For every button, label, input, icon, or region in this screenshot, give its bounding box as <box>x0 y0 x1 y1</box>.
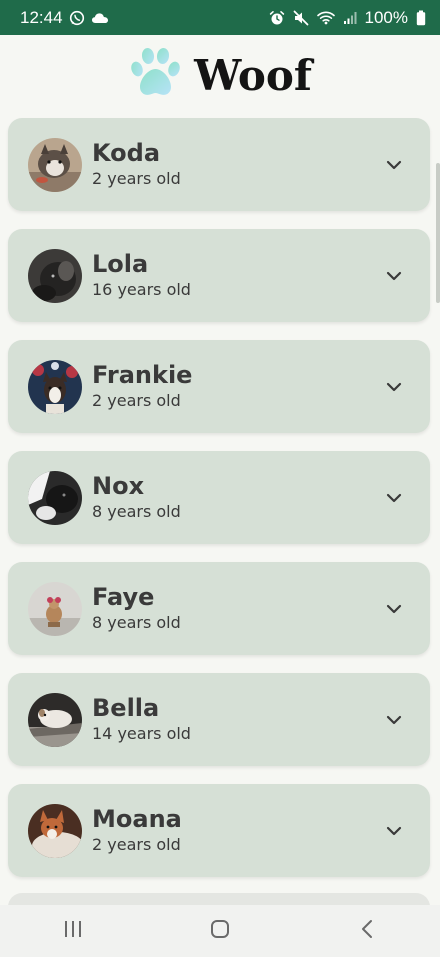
recent-apps-button[interactable] <box>43 911 103 951</box>
dog-avatar <box>28 248 82 303</box>
dog-avatar <box>28 803 82 858</box>
dog-name: Nox <box>92 472 145 500</box>
wifi-icon <box>316 10 335 25</box>
back-button[interactable] <box>337 911 397 951</box>
dog-card-koda[interactable]: Koda 2 years old <box>8 118 430 211</box>
dog-info: Lola 16 years old <box>92 250 191 301</box>
dog-avatar <box>28 692 82 747</box>
chevron-down-icon[interactable] <box>384 602 404 616</box>
signal-icon <box>343 11 357 25</box>
chevron-down-icon[interactable] <box>384 491 404 505</box>
dog-info: Nox 8 years old <box>92 472 181 523</box>
dog-info: Frankie 2 years old <box>92 361 192 412</box>
app-header: Woof <box>0 35 440 115</box>
status-right: 100% <box>269 8 426 28</box>
dog-card-moana[interactable]: Moana 2 years old <box>8 784 430 877</box>
dog-card-faye[interactable]: Faye 8 years old <box>8 562 430 655</box>
dog-name: Koda <box>92 139 161 167</box>
dog-info: Moana 2 years old <box>92 805 182 856</box>
recent-apps-icon <box>63 920 83 942</box>
dog-age: 2 years old <box>92 391 181 410</box>
dog-info: Bella 14 years old <box>92 694 191 745</box>
dog-avatar <box>28 359 82 414</box>
dog-age: 16 years old <box>92 280 191 299</box>
dog-name: Frankie <box>92 361 193 389</box>
battery-icon <box>416 10 426 26</box>
dog-age: 2 years old <box>92 169 181 188</box>
cloud-icon <box>91 11 109 25</box>
dog-name: Lola <box>92 250 149 278</box>
chevron-down-icon[interactable] <box>384 158 404 172</box>
dog-name: Bella <box>92 694 160 722</box>
chevron-down-icon[interactable] <box>384 269 404 283</box>
dog-age: 14 years old <box>92 724 191 743</box>
chevron-down-icon[interactable] <box>384 713 404 727</box>
chevron-down-icon[interactable] <box>384 380 404 394</box>
dog-info: Koda 2 years old <box>92 139 181 190</box>
app-title: Woof <box>194 50 312 100</box>
dog-age: 8 years old <box>92 613 181 632</box>
home-button[interactable] <box>190 911 250 951</box>
whatsapp-icon <box>69 10 85 26</box>
dog-name: Faye <box>92 583 155 611</box>
dog-age: 8 years old <box>92 502 181 521</box>
dog-card-lola[interactable]: Lola 16 years old <box>8 229 430 322</box>
back-icon <box>360 919 374 943</box>
dog-info: Faye 8 years old <box>92 583 181 634</box>
dog-name: Moana <box>92 805 182 833</box>
status-bar: 12:44 100% <box>0 0 440 35</box>
chevron-down-icon[interactable] <box>384 824 404 838</box>
status-left: 12:44 <box>20 8 109 28</box>
battery-percent: 100% <box>364 7 408 27</box>
dog-age: 2 years old <box>92 835 181 854</box>
dog-avatar <box>28 470 82 525</box>
dog-avatar <box>28 581 82 636</box>
dog-avatar <box>28 137 82 192</box>
mute-icon <box>293 10 309 26</box>
paw-icon <box>128 45 184 105</box>
alarm-icon <box>269 10 285 26</box>
scrollbar-thumb[interactable] <box>436 163 440 303</box>
dog-card-bella[interactable]: Bella 14 years old <box>8 673 430 766</box>
dog-card-nox[interactable]: Nox 8 years old <box>8 451 430 544</box>
status-time: 12:44 <box>20 7 63 27</box>
dog-card-frankie[interactable]: Frankie 2 years old <box>8 340 430 433</box>
system-nav-bar <box>0 905 440 957</box>
home-icon <box>210 919 230 943</box>
